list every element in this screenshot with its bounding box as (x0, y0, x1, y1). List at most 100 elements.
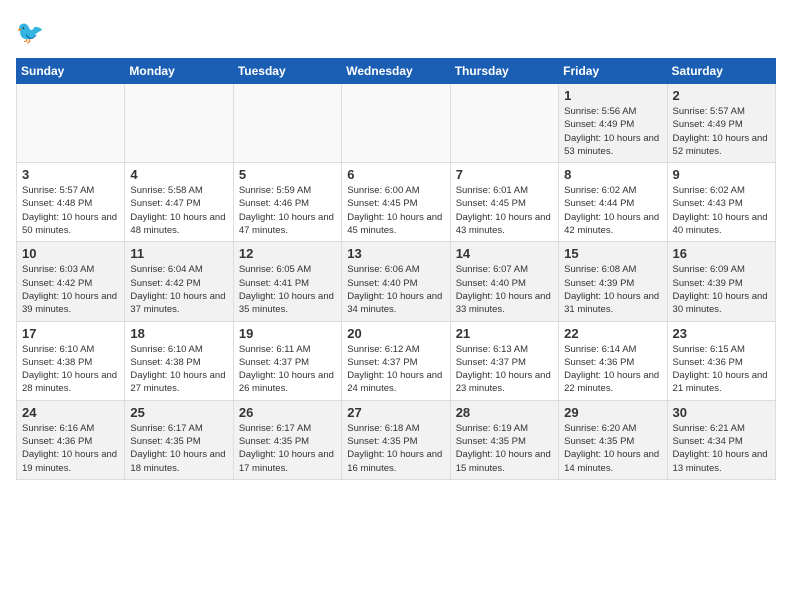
day-number: 18 (130, 326, 227, 341)
day-info: Sunrise: 6:05 AM Sunset: 4:41 PM Dayligh… (239, 263, 336, 316)
day-number: 12 (239, 246, 336, 261)
day-info: Sunrise: 6:02 AM Sunset: 4:43 PM Dayligh… (673, 184, 770, 237)
calendar-cell: 13 Sunrise: 6:06 AM Sunset: 4:40 PM Dayli… (342, 242, 450, 321)
day-info: Sunrise: 6:00 AM Sunset: 4:45 PM Dayligh… (347, 184, 444, 237)
calendar-cell: 6 Sunrise: 6:00 AM Sunset: 4:45 PM Daylig… (342, 163, 450, 242)
calendar-cell: 21 Sunrise: 6:13 AM Sunset: 4:37 PM Dayli… (450, 321, 558, 400)
calendar-cell: 11 Sunrise: 6:04 AM Sunset: 4:42 PM Dayli… (125, 242, 233, 321)
day-number: 27 (347, 405, 444, 420)
day-info: Sunrise: 6:21 AM Sunset: 4:34 PM Dayligh… (673, 422, 770, 475)
day-number: 3 (22, 167, 119, 182)
day-number: 28 (456, 405, 553, 420)
day-number: 30 (673, 405, 770, 420)
day-number: 14 (456, 246, 553, 261)
calendar-week-row: 17 Sunrise: 6:10 AM Sunset: 4:38 PM Dayli… (17, 321, 776, 400)
calendar-header-row: SundayMondayTuesdayWednesdayThursdayFrid… (17, 59, 776, 84)
calendar-cell: 14 Sunrise: 6:07 AM Sunset: 4:40 PM Dayli… (450, 242, 558, 321)
calendar-cell: 10 Sunrise: 6:03 AM Sunset: 4:42 PM Dayli… (17, 242, 125, 321)
day-number: 11 (130, 246, 227, 261)
calendar-cell: 26 Sunrise: 6:17 AM Sunset: 4:35 PM Dayli… (233, 400, 341, 479)
calendar-cell (125, 84, 233, 163)
day-info: Sunrise: 5:57 AM Sunset: 4:48 PM Dayligh… (22, 184, 119, 237)
day-number: 24 (22, 405, 119, 420)
calendar-cell: 17 Sunrise: 6:10 AM Sunset: 4:38 PM Dayli… (17, 321, 125, 400)
day-number: 10 (22, 246, 119, 261)
day-info: Sunrise: 5:58 AM Sunset: 4:47 PM Dayligh… (130, 184, 227, 237)
calendar-cell: 27 Sunrise: 6:18 AM Sunset: 4:35 PM Dayli… (342, 400, 450, 479)
day-info: Sunrise: 6:18 AM Sunset: 4:35 PM Dayligh… (347, 422, 444, 475)
day-info: Sunrise: 5:56 AM Sunset: 4:49 PM Dayligh… (564, 105, 661, 158)
day-info: Sunrise: 6:17 AM Sunset: 4:35 PM Dayligh… (130, 422, 227, 475)
weekday-header: Wednesday (342, 59, 450, 84)
day-info: Sunrise: 6:11 AM Sunset: 4:37 PM Dayligh… (239, 343, 336, 396)
calendar-cell: 12 Sunrise: 6:05 AM Sunset: 4:41 PM Dayli… (233, 242, 341, 321)
day-number: 2 (673, 88, 770, 103)
calendar-cell: 8 Sunrise: 6:02 AM Sunset: 4:44 PM Daylig… (559, 163, 667, 242)
weekday-header: Monday (125, 59, 233, 84)
day-info: Sunrise: 6:15 AM Sunset: 4:36 PM Dayligh… (673, 343, 770, 396)
calendar-cell: 30 Sunrise: 6:21 AM Sunset: 4:34 PM Dayli… (667, 400, 775, 479)
day-number: 21 (456, 326, 553, 341)
day-number: 20 (347, 326, 444, 341)
weekday-header: Thursday (450, 59, 558, 84)
day-number: 16 (673, 246, 770, 261)
day-info: Sunrise: 6:19 AM Sunset: 4:35 PM Dayligh… (456, 422, 553, 475)
day-number: 9 (673, 167, 770, 182)
day-info: Sunrise: 6:12 AM Sunset: 4:37 PM Dayligh… (347, 343, 444, 396)
day-info: Sunrise: 6:03 AM Sunset: 4:42 PM Dayligh… (22, 263, 119, 316)
day-info: Sunrise: 6:07 AM Sunset: 4:40 PM Dayligh… (456, 263, 553, 316)
calendar-cell: 20 Sunrise: 6:12 AM Sunset: 4:37 PM Dayli… (342, 321, 450, 400)
calendar-cell (233, 84, 341, 163)
day-number: 26 (239, 405, 336, 420)
day-number: 15 (564, 246, 661, 261)
day-info: Sunrise: 5:59 AM Sunset: 4:46 PM Dayligh… (239, 184, 336, 237)
weekday-header: Tuesday (233, 59, 341, 84)
calendar-cell: 28 Sunrise: 6:19 AM Sunset: 4:35 PM Dayli… (450, 400, 558, 479)
day-info: Sunrise: 6:04 AM Sunset: 4:42 PM Dayligh… (130, 263, 227, 316)
day-number: 4 (130, 167, 227, 182)
calendar-cell: 5Sunrise: 5:59 AM Sunset: 4:46 PM Daylig… (233, 163, 341, 242)
calendar-cell: 29Sunrise: 6:20 AM Sunset: 4:35 PM Dayli… (559, 400, 667, 479)
weekday-header: Sunday (17, 59, 125, 84)
day-number: 1 (564, 88, 661, 103)
calendar-cell: 25Sunrise: 6:17 AM Sunset: 4:35 PM Dayli… (125, 400, 233, 479)
day-number: 8 (564, 167, 661, 182)
page-header: 🐦 (16, 16, 776, 48)
day-info: Sunrise: 6:10 AM Sunset: 4:38 PM Dayligh… (22, 343, 119, 396)
day-info: Sunrise: 6:08 AM Sunset: 4:39 PM Dayligh… (564, 263, 661, 316)
calendar-cell: 22 Sunrise: 6:14 AM Sunset: 4:36 PM Dayli… (559, 321, 667, 400)
calendar-cell: 16Sunrise: 6:09 AM Sunset: 4:39 PM Dayli… (667, 242, 775, 321)
calendar-cell (17, 84, 125, 163)
day-number: 29 (564, 405, 661, 420)
day-info: Sunrise: 6:02 AM Sunset: 4:44 PM Dayligh… (564, 184, 661, 237)
logo: 🐦 (16, 16, 52, 48)
calendar-week-row: 24 Sunrise: 6:16 AM Sunset: 4:36 PM Dayli… (17, 400, 776, 479)
day-number: 6 (347, 167, 444, 182)
calendar-cell: 7Sunrise: 6:01 AM Sunset: 4:45 PM Daylig… (450, 163, 558, 242)
calendar-week-row: 3 Sunrise: 5:57 AM Sunset: 4:48 PM Daylig… (17, 163, 776, 242)
day-info: Sunrise: 6:16 AM Sunset: 4:36 PM Dayligh… (22, 422, 119, 475)
calendar-cell: 18 Sunrise: 6:10 AM Sunset: 4:38 PM Dayli… (125, 321, 233, 400)
calendar-cell (342, 84, 450, 163)
day-info: Sunrise: 6:13 AM Sunset: 4:37 PM Dayligh… (456, 343, 553, 396)
day-info: Sunrise: 6:17 AM Sunset: 4:35 PM Dayligh… (239, 422, 336, 475)
calendar-cell: 1 Sunrise: 5:56 AM Sunset: 4:49 PM Daylig… (559, 84, 667, 163)
day-info: Sunrise: 6:14 AM Sunset: 4:36 PM Dayligh… (564, 343, 661, 396)
day-number: 23 (673, 326, 770, 341)
day-number: 7 (456, 167, 553, 182)
day-info: Sunrise: 6:10 AM Sunset: 4:38 PM Dayligh… (130, 343, 227, 396)
day-number: 19 (239, 326, 336, 341)
svg-text:🐦: 🐦 (16, 20, 44, 45)
day-number: 13 (347, 246, 444, 261)
day-info: Sunrise: 6:06 AM Sunset: 4:40 PM Dayligh… (347, 263, 444, 316)
day-number: 22 (564, 326, 661, 341)
weekday-header: Friday (559, 59, 667, 84)
calendar-cell: 3 Sunrise: 5:57 AM Sunset: 4:48 PM Daylig… (17, 163, 125, 242)
logo-icon: 🐦 (16, 16, 48, 48)
calendar-cell: 23 Sunrise: 6:15 AM Sunset: 4:36 PM Dayli… (667, 321, 775, 400)
calendar-cell (450, 84, 558, 163)
calendar-table: SundayMondayTuesdayWednesdayThursdayFrid… (16, 58, 776, 480)
day-number: 17 (22, 326, 119, 341)
day-info: Sunrise: 5:57 AM Sunset: 4:49 PM Dayligh… (673, 105, 770, 158)
calendar-cell: 2 Sunrise: 5:57 AM Sunset: 4:49 PM Daylig… (667, 84, 775, 163)
